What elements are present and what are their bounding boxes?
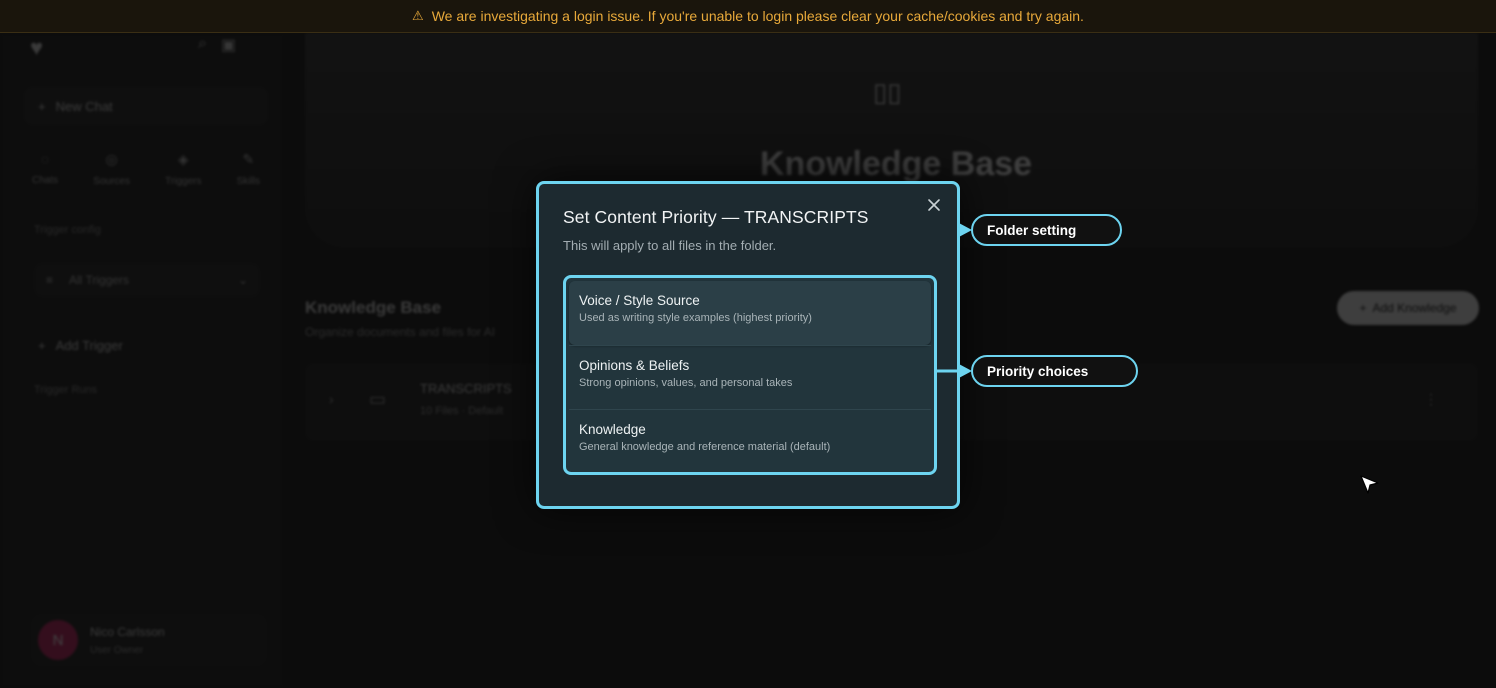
callout-priority-choices: Priority choices <box>971 355 1138 387</box>
callout-arrows <box>934 222 972 379</box>
callout-folder-setting: Folder setting <box>971 214 1122 246</box>
page: ⚠ We are investigating a login issue. If… <box>0 0 1496 688</box>
callout-priority-choices-text: Priority choices <box>987 363 1089 379</box>
cursor-icon <box>1360 475 1379 494</box>
callout-folder-setting-text: Folder setting <box>987 222 1077 238</box>
arrow-priority-choices <box>957 363 972 379</box>
arrow-folder-setting <box>957 222 972 238</box>
